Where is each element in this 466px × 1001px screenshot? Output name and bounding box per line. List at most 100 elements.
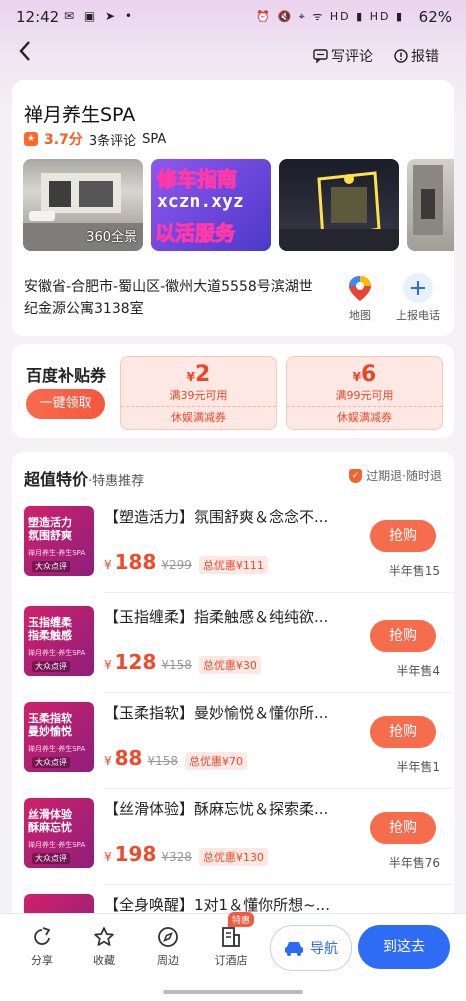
report-phone-button[interactable]: 上报电话	[390, 273, 446, 323]
shop-name: 禅月养生SPA	[24, 104, 136, 126]
deal-sold-count: 半年售1	[396, 760, 440, 774]
favorite-button[interactable]: 收藏	[79, 926, 129, 968]
review-count[interactable]: 3条评论	[89, 130, 136, 149]
deal-sold-count: 半年售4	[396, 664, 440, 678]
buy-button[interactable]: 抢购	[370, 620, 436, 652]
deal-image: 丝滑体验 酥麻忘忧 禅月养生·养生SPA 大众点评	[24, 798, 94, 868]
coupon-amount: ¥6	[352, 362, 377, 387]
coupon-type: 休娱满减券	[121, 406, 276, 429]
deal-savings: 总优惠¥130	[198, 848, 268, 866]
hotel-badge: 特惠	[228, 912, 255, 927]
coupon-condition: 满99元可用	[335, 389, 394, 402]
map-button[interactable]: 地图	[332, 273, 388, 323]
alert-icon	[394, 49, 408, 63]
deal-image-text: 塑造活力 氛围舒爽	[28, 516, 72, 542]
deal-original-price: ¥158	[147, 754, 179, 768]
chevron-left-icon	[19, 41, 30, 61]
deal-sold-count: 半年售15	[388, 564, 440, 578]
deals-header: 超值特价·特惠推荐	[24, 466, 144, 490]
go-here-button[interactable]: 到这去	[358, 925, 450, 969]
deal-image-text: 丝滑体验 酥麻忘忧	[28, 808, 72, 834]
share-button[interactable]: 分享	[17, 926, 67, 968]
map-icon	[345, 273, 375, 303]
photo-storefront[interactable]: 360全景	[23, 159, 143, 251]
home-indicator[interactable]	[163, 990, 303, 994]
report-error-label: 报错	[411, 49, 439, 65]
claim-all-button[interactable]: 一键领取	[26, 389, 105, 419]
hotel-label: 订酒店	[214, 954, 248, 967]
rating-icon: ★	[24, 132, 38, 146]
shop-address[interactable]: 安徽省-合肥市-蜀山区-徽州大道5558号滨湖世纪金源公寓3138室	[24, 276, 324, 320]
write-review-button[interactable]: 写评论	[313, 46, 373, 66]
navigate-button[interactable]: 导航	[270, 925, 352, 971]
deal-image: 玉指缠柔 指柔触感 禅月养生·养生SPA 大众点评	[24, 606, 94, 676]
write-review-label: 写评论	[331, 49, 373, 65]
report-phone-label: 上报电话	[396, 309, 440, 322]
deal-price-row: ¥ 198 ¥328 总优惠¥130	[104, 842, 268, 866]
buy-button[interactable]: 抢购	[370, 520, 436, 552]
photo-strip[interactable]: 360全景 修车指南 xczn.xyz 以活服务	[23, 159, 454, 251]
coupon-type: 休娱满减券	[287, 406, 442, 429]
coupon-condition: 满39元可用	[169, 389, 228, 402]
share-label: 分享	[31, 954, 53, 967]
panorama-label: 360全景	[86, 230, 137, 245]
deal-price: 128	[114, 650, 157, 674]
deal-price: 188	[114, 550, 157, 574]
compass-icon	[158, 927, 178, 947]
deal-item[interactable]: 塑造活力 氛围舒爽 禅月养生·养生SPA 大众点评 【塑造活力】氛围舒爽＆念念不…	[12, 502, 454, 598]
hotel-button[interactable]: 订酒店	[206, 926, 256, 968]
ad-text-1: 修车指南	[157, 167, 238, 192]
report-error-button[interactable]: 报错	[394, 46, 439, 66]
status-time: 12:42	[16, 8, 60, 26]
deal-image-text: 玉柔指软 曼妙愉悦	[28, 712, 72, 738]
deal-title: 【丝滑体验】酥麻忘忧＆探索柔...	[104, 800, 329, 818]
refund-label: 过期退·随时退	[366, 469, 442, 483]
currency-symbol: ¥	[104, 658, 112, 672]
deal-price: 198	[114, 842, 157, 866]
deal-savings: 总优惠¥30	[198, 656, 261, 674]
map-label: 地图	[349, 309, 371, 322]
deal-item[interactable]: 玉柔指软 曼妙愉悦 禅月养生·养生SPA 大众点评 【玉柔指软】曼妙愉悦＆懂你所…	[12, 698, 454, 794]
photo-ad[interactable]: 修车指南 xczn.xyz 以活服务	[151, 159, 271, 251]
deal-title: 【玉指缠柔】指柔触感＆纯纯欲...	[104, 608, 329, 626]
favorite-label: 收藏	[93, 954, 115, 967]
deal-image-tag: 大众点评	[32, 853, 70, 864]
currency-symbol: ¥	[104, 850, 112, 864]
deals-card: 超值特价·特惠推荐 ✓ 过期退·随时退 塑造活力 氛围舒爽 禅月养生·养生SPA…	[12, 452, 454, 922]
deal-item[interactable]: 丝滑体验 酥麻忘忧 禅月养生·养生SPA 大众点评 【丝滑体验】酥麻忘忧＆探索柔…	[12, 794, 454, 890]
deal-image: 玉柔指软 曼妙愉悦 禅月养生·养生SPA 大众点评	[24, 702, 94, 772]
shop-info-card: 禅月养生SPA ★ 3.7分 3条评论 SPA 360全景 修车指南 xczn.…	[12, 80, 454, 336]
divider	[104, 788, 454, 789]
coupon-item[interactable]: ¥2 满39元可用 休娱满减券	[120, 356, 277, 430]
deal-item[interactable]: 玉指缠柔 指柔触感 禅月养生·养生SPA 大众点评 【玉指缠柔】指柔触感＆纯纯欲…	[12, 602, 454, 698]
photo-night[interactable]	[279, 159, 399, 251]
hotel-icon	[222, 927, 240, 947]
plus-icon	[403, 273, 433, 303]
back-button[interactable]	[18, 40, 32, 68]
car-icon	[285, 942, 303, 956]
deal-savings: 总优惠¥111	[198, 556, 268, 574]
buy-button[interactable]: 抢购	[370, 812, 436, 844]
deal-price-row: ¥ 128 ¥158 总优惠¥30	[104, 650, 261, 674]
currency-symbol: ¥	[104, 558, 112, 572]
coupon-item[interactable]: ¥6 满99元可用 休娱满减券	[286, 356, 443, 430]
bottom-bar: 分享 收藏 周边 订酒店 特惠 导航 到这去	[0, 912, 466, 1001]
photo-building[interactable]	[407, 159, 454, 251]
deal-price: 88	[114, 746, 143, 770]
rating-row: ★ 3.7分 3条评论 SPA	[24, 129, 166, 149]
coupon-amount: ¥2	[186, 362, 211, 387]
star-icon	[94, 927, 114, 946]
deal-image-tag: 大众点评	[32, 661, 70, 672]
deal-original-price: ¥299	[161, 558, 192, 572]
divider	[104, 592, 454, 593]
nearby-button[interactable]: 周边	[143, 926, 193, 968]
deal-title: 【玉柔指软】曼妙愉悦＆懂你所...	[104, 704, 329, 722]
status-bar: 12:42 ✉ ▣ ➤ • ⏰ 🔇 ⌖ ᯤ HD ▮ HD ▮ 62%	[0, 0, 466, 34]
deal-title: 【全身唤醒】1对1＆懂你所想~...	[104, 896, 330, 914]
shop-category: SPA	[142, 131, 167, 147]
deal-image-tag: 大众点评	[32, 561, 70, 572]
deal-original-price: ¥328	[161, 850, 192, 864]
nav-bar: 写评论 报错	[0, 36, 466, 76]
night-storefront-photo	[279, 171, 399, 251]
buy-button[interactable]: 抢购	[370, 716, 436, 748]
